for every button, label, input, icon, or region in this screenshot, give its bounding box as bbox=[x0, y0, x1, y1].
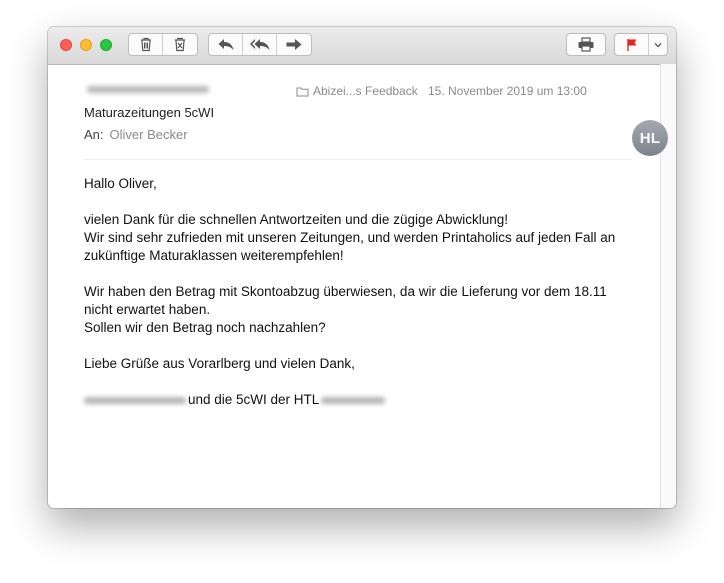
message-date: 15. November 2019 um 13:00 bbox=[428, 84, 587, 98]
delete-junk-group bbox=[128, 33, 198, 56]
reply-all-icon bbox=[249, 39, 269, 50]
toolbar bbox=[48, 27, 676, 65]
body-line: zukünftige Maturaklassen weiterempfehlen… bbox=[84, 248, 344, 263]
minimize-window-button[interactable] bbox=[80, 39, 92, 51]
folder-icon bbox=[296, 87, 309, 96]
message-header: Abizei...s Feedback 15. November 2019 um… bbox=[84, 64, 668, 160]
reply-all-button[interactable] bbox=[243, 34, 277, 55]
body-line: Wir haben den Betrag mit Skontoabzug übe… bbox=[84, 284, 607, 299]
message-subject: Maturazeitungen 5cWI bbox=[84, 105, 215, 120]
chevron-down-icon bbox=[654, 42, 662, 47]
flag-button[interactable] bbox=[615, 34, 649, 55]
print-button[interactable] bbox=[567, 34, 605, 55]
greeting: Hallo Oliver, bbox=[84, 176, 157, 191]
delete-button[interactable] bbox=[129, 34, 163, 55]
closing: Liebe Grüße aus Vorarlberg und vielen Da… bbox=[84, 356, 355, 371]
flag-icon bbox=[626, 38, 636, 51]
sender-avatar: HL bbox=[632, 120, 668, 156]
signature-text: und die 5cWI der HTL bbox=[188, 392, 320, 407]
recipient-row: An: Oliver Becker bbox=[84, 127, 188, 142]
mailbox-name: Abizei...s Feedback bbox=[313, 84, 418, 98]
junk-icon bbox=[175, 37, 185, 52]
body-line: Sollen wir den Betrag noch nachzahlen? bbox=[84, 320, 326, 335]
flag-group bbox=[614, 33, 668, 56]
body-line: nicht erwartet haben. bbox=[84, 302, 211, 317]
to-label: An: bbox=[84, 127, 104, 142]
mailbox-label[interactable]: Abizei...s Feedback bbox=[296, 84, 418, 98]
reply-button[interactable] bbox=[209, 34, 243, 55]
flag-menu-button[interactable] bbox=[649, 34, 667, 55]
body-line: Wir sind sehr zufrieden mit unseren Zeit… bbox=[84, 230, 616, 245]
mail-window: Abizei...s Feedback 15. November 2019 um… bbox=[48, 27, 676, 508]
print-group bbox=[566, 33, 606, 56]
message-body: Hallo Oliver, vielen Dank für die schnel… bbox=[84, 175, 644, 409]
junk-button[interactable] bbox=[163, 34, 197, 55]
close-window-button[interactable] bbox=[60, 39, 72, 51]
signature-redacted bbox=[84, 396, 186, 404]
trash-icon bbox=[140, 37, 151, 52]
signature-redacted bbox=[321, 396, 386, 404]
sender-redacted bbox=[87, 86, 209, 93]
printer-icon bbox=[578, 37, 594, 52]
recipient-name[interactable]: Oliver Becker bbox=[110, 127, 188, 142]
forward-button[interactable] bbox=[277, 34, 311, 55]
forward-icon bbox=[286, 39, 302, 50]
zoom-window-button[interactable] bbox=[100, 39, 112, 51]
reply-forward-group bbox=[208, 33, 312, 56]
signature: und die 5cWI der HTL bbox=[84, 391, 644, 409]
body-line: vielen Dank für die schnellen Antwortzei… bbox=[84, 212, 509, 227]
reply-icon bbox=[218, 39, 233, 50]
